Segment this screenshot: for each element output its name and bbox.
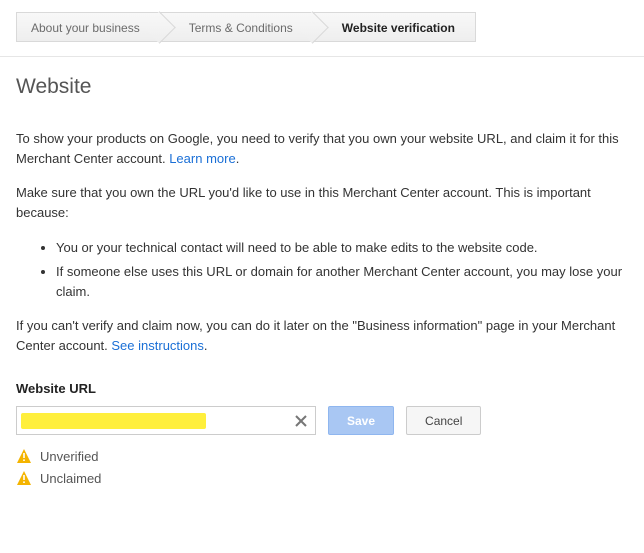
save-button[interactable]: Save [328, 406, 394, 435]
divider [0, 56, 644, 57]
later-text-part1: If you can't verify and claim now, you c… [16, 318, 615, 353]
clear-input-icon[interactable] [293, 413, 309, 429]
website-url-label: Website URL [16, 381, 628, 396]
bullet-list: You or your technical contact will need … [16, 238, 628, 302]
list-item: If someone else uses this URL or domain … [56, 262, 628, 302]
status-list: Unverified Unclaimed [16, 445, 628, 489]
website-url-input[interactable] [17, 407, 315, 434]
list-item: You or your technical contact will need … [56, 238, 628, 258]
status-unverified: Unverified [16, 445, 628, 467]
step-bar: About your business Terms & Conditions W… [16, 12, 628, 42]
website-url-input-wrap [16, 406, 316, 435]
step-terms[interactable]: Terms & Conditions [160, 12, 313, 42]
status-unclaimed: Unclaimed [16, 467, 628, 489]
step-about-business[interactable]: About your business [16, 12, 160, 42]
see-instructions-link[interactable]: See instructions [111, 338, 204, 353]
ownership-intro: Make sure that you own the URL you'd lik… [16, 183, 628, 223]
step-website-verification[interactable]: Website verification [313, 12, 476, 42]
warning-icon [16, 448, 32, 464]
warning-icon [16, 470, 32, 486]
cancel-button[interactable]: Cancel [406, 406, 481, 435]
intro-text-part1: To show your products on Google, you nee… [16, 131, 619, 166]
status-label: Unverified [40, 449, 99, 464]
status-label: Unclaimed [40, 471, 101, 486]
step-label: About your business [31, 21, 140, 35]
learn-more-link[interactable]: Learn more [169, 151, 235, 166]
step-label: Terms & Conditions [189, 21, 293, 35]
later-text: If you can't verify and claim now, you c… [16, 316, 628, 356]
step-label: Website verification [342, 21, 455, 35]
page-title: Website [16, 75, 628, 99]
intro-text: To show your products on Google, you nee… [16, 129, 628, 169]
